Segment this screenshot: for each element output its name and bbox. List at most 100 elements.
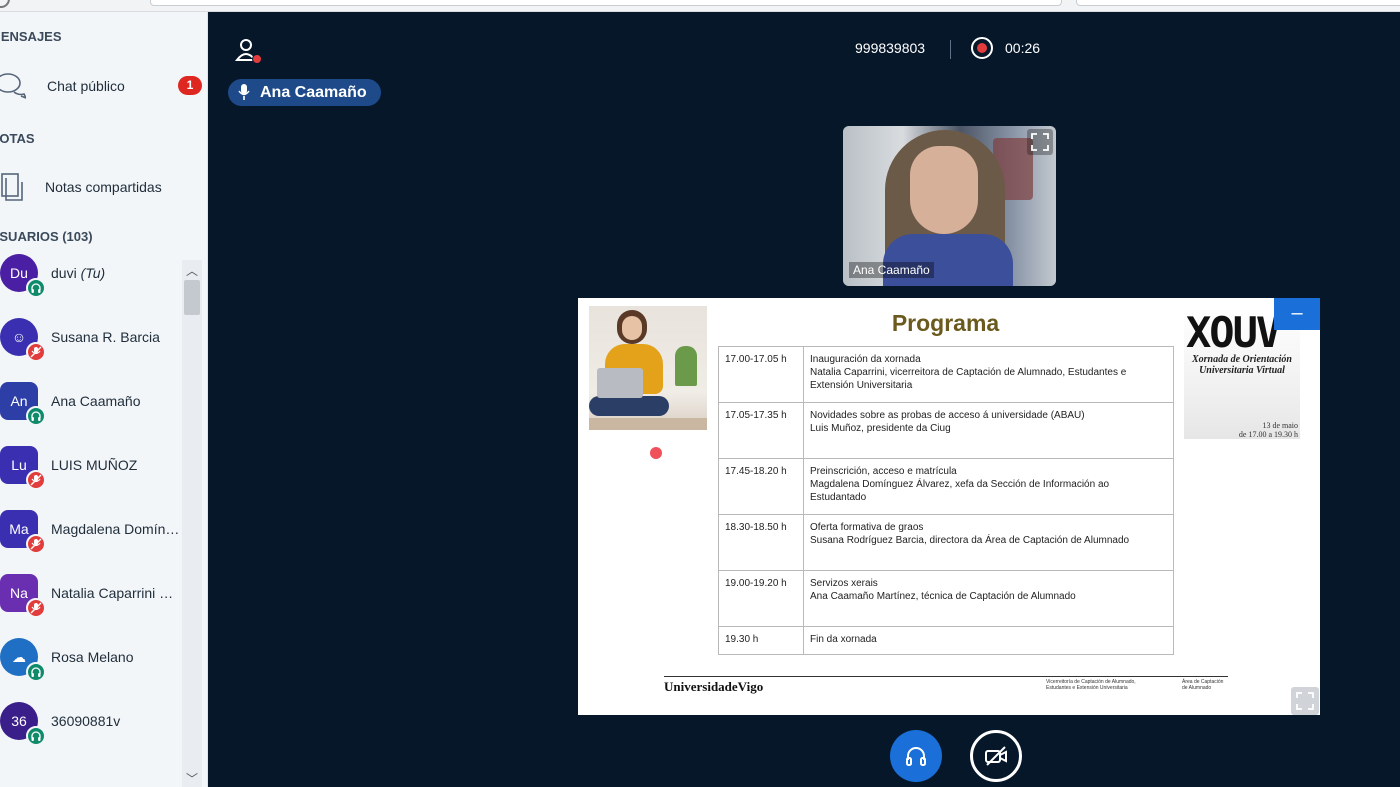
program-table: 17.00-17.05 h Inauguración da xornada Nata… (718, 346, 1174, 655)
talker-name: Ana Caamaño (260, 84, 367, 101)
user-name-text: Natalia Caparrini Cabo (51, 585, 183, 601)
user-name-text: LUIS MUÑOZ (51, 457, 138, 473)
public-chat-item[interactable]: Chat público (0, 66, 207, 106)
logo-text: XOUV (1186, 308, 1281, 357)
browser-search-bar[interactable] (1076, 0, 1400, 6)
listen-only-icon (26, 662, 46, 682)
user-list-item[interactable]: Du duvi (Tu) (0, 246, 186, 302)
webcam-name-label: Ana Caamaño (849, 262, 934, 278)
user-list-item[interactable]: An Ana Caamaño (0, 374, 186, 430)
listen-only-icon (26, 406, 46, 426)
presenter-icon[interactable] (234, 36, 262, 66)
record-button[interactable] (971, 37, 993, 59)
program-line: Susana Rodríguez Barcia, directora da Ár… (810, 535, 1130, 546)
program-line: Inauguración da xornada (810, 354, 921, 365)
user-list-item[interactable]: ☁ Rosa Melano (0, 630, 186, 686)
user-name-text: duvi (51, 265, 77, 281)
program-line: Luis Muñoz, presidente da Ciug (810, 423, 951, 434)
meeting-id: 999839803 (855, 40, 926, 56)
unread-badge: 1 (178, 76, 202, 95)
logo-date: 13 de maio de 17.00 a 19.30 h (1239, 421, 1298, 439)
program-row: 18.30-18.50 h Oferta formativa de graos Su… (718, 514, 1174, 571)
video-button[interactable] (970, 730, 1022, 782)
logo-subtitle: Xornada de Orientación Universitaria Vir… (1184, 354, 1300, 376)
user-name: Ana Caamaño (51, 393, 183, 409)
presenter-pointer (650, 447, 662, 459)
shared-notes-label: Notas compartidas (45, 179, 162, 195)
user-name-text: Ana Caamaño (51, 393, 141, 409)
program-line: Preinscrición, acceso e matrícula (810, 466, 957, 477)
program-line (810, 435, 1167, 448)
user-list: Du duvi (Tu) ☺ Susana R. Barcia An Ana Caamañ… (0, 246, 186, 786)
recording-timer: 00:26 (1005, 40, 1041, 56)
scrollbar-thumb[interactable] (184, 280, 200, 315)
program-line (810, 603, 1167, 616)
user-name-text: 36090881v (51, 713, 121, 729)
webcam-person-face (910, 146, 978, 234)
program-time: 17.00-17.05 h (718, 346, 804, 403)
headphones-icon (906, 747, 926, 766)
slide-photo (589, 306, 707, 430)
scroll-down-icon[interactable]: ﹀ (186, 770, 198, 787)
talking-indicator: Ana Caamaño (228, 79, 381, 106)
header-divider (950, 40, 951, 59)
browser-reload-icon[interactable] (0, 0, 10, 8)
program-description: Servizos xerais Ana Caamaño Martínez, téc… (803, 570, 1174, 627)
listen-only-icon (26, 726, 46, 746)
status-dot (252, 54, 262, 64)
user-list-scrollbar[interactable]: ︿ ﹀ (182, 260, 202, 787)
user-list-item[interactable]: MaMagdalena Domínguez Álvarez (0, 502, 186, 558)
logo-date-line1: 13 de maio (1262, 421, 1298, 430)
photo-plant (675, 346, 697, 386)
user-list-item[interactable]: ☺ Susana R. Barcia (0, 310, 186, 366)
browser-toolbar (0, 0, 1400, 12)
user-list-item[interactable]: Na Natalia Caparrini Cabo (0, 566, 186, 622)
program-line: Ana Caamaño Martínez, técnica de Captaci… (810, 591, 1076, 602)
user-name: 36090881v (51, 713, 183, 729)
user-name: LUIS MUÑOZ (51, 457, 183, 473)
presentation-fullscreen-button[interactable] (1291, 687, 1319, 715)
program-time: 18.30-18.50 h (718, 514, 804, 571)
user-name-text: Magdalena Domínguez Álvarez (51, 521, 183, 537)
chat-bubbles-icon (0, 73, 26, 99)
user-name: Magdalena Domínguez Álvarez (51, 521, 183, 537)
public-chat-label: Chat público (47, 78, 125, 94)
address-bar[interactable] (150, 0, 1062, 6)
shared-notes-item[interactable]: Notas compartidas (0, 166, 207, 206)
program-line (810, 547, 1167, 560)
webcam-fullscreen-button[interactable] (1027, 129, 1053, 155)
photo-person-legs (589, 396, 669, 416)
program-line: Magdalena Domínguez Álvarez, xefa da Sec… (810, 479, 1110, 490)
program-row: 19.30 h Fin da xornada (718, 626, 1174, 655)
audio-button[interactable] (890, 730, 942, 782)
program-time: 19.30 h (718, 626, 804, 655)
user-name-text: Rosa Melano (51, 649, 134, 665)
video-off-icon (985, 746, 1007, 766)
user-name-text: Susana R. Barcia (51, 329, 160, 345)
program-description: Novidades sobre as probas de acceso á un… (803, 402, 1174, 459)
user-name: Natalia Caparrini Cabo (51, 585, 183, 601)
program-line: Oferta formativa de graos (810, 522, 924, 533)
photo-person-face (622, 316, 642, 340)
scroll-up-icon[interactable]: ︿ (186, 262, 198, 279)
microphone-icon (238, 84, 250, 100)
footer-vice-rectorate-line2: Estudantes e Extensión Universitaria (1046, 685, 1128, 691)
slide-title: Programa (891, 310, 1000, 336)
program-row: 17.45-18.20 h Preinscrición, acceso e mat… (718, 458, 1174, 515)
logo-date-line2: de 17.00 a 19.30 h (1238, 430, 1298, 439)
program-line: Servizos xerais (810, 578, 878, 589)
presentation-slide: Programa 17.00-17.05 h Inauguración da xo… (578, 298, 1320, 715)
mic-muted-icon (26, 534, 46, 554)
messages-section-title: MENSAJES (0, 29, 62, 44)
meeting-main-area: Ana Caamaño 999839803 00:26 Ana Caamaño (209, 12, 1400, 787)
user-list-item[interactable]: 36 36090881v (0, 694, 186, 750)
program-description: Fin da xornada (803, 626, 1174, 655)
minimize-presentation-button[interactable]: – (1274, 298, 1320, 330)
webcam-tile[interactable]: Ana Caamaño (843, 126, 1056, 286)
user-name: duvi (Tu) (51, 265, 183, 281)
user-list-item[interactable]: Lu LUIS MUÑOZ (0, 438, 186, 494)
mic-muted-icon (26, 598, 46, 618)
logo-subtitle-line2: Universitaria Virtual (1199, 365, 1285, 376)
user-name: Rosa Melano (51, 649, 183, 665)
program-line: Natalia Caparrini, vicerreitora de Capta… (810, 367, 1127, 378)
